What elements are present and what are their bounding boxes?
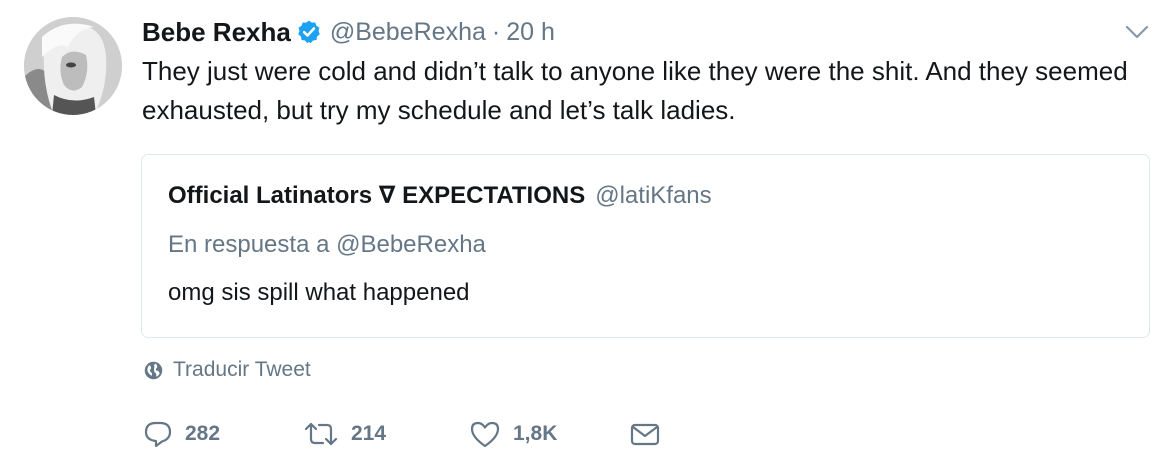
tweet-timestamp[interactable]: 20 h <box>506 18 555 47</box>
quoted-tweet-text: omg sis spill what happened <box>168 279 470 306</box>
like-count: 1,8K <box>513 422 558 445</box>
like-button[interactable]: 1,8K <box>469 419 629 449</box>
reply-button[interactable]: 282 <box>143 419 303 449</box>
quoted-reply-context: En respuesta a @BebeRexha <box>168 231 486 258</box>
avatar-photo <box>24 17 122 115</box>
chevron-down-icon[interactable] <box>1124 22 1150 42</box>
author-handle[interactable]: @BebeRexha <box>330 18 486 47</box>
heart-icon <box>469 419 501 449</box>
translate-tweet-link[interactable]: Traducir Tweet <box>143 358 311 382</box>
reply-bubble-icon <box>143 419 173 449</box>
reply-count: 282 <box>185 422 221 445</box>
tweet-header: Bebe Rexha @BebeRexha · 20 h <box>142 14 555 50</box>
tweet-actions: 282 214 1,8K <box>143 414 661 454</box>
tweet-text: They just were cold and didn’t talk to a… <box>142 56 1128 125</box>
verified-badge-icon <box>296 19 322 45</box>
header-separator: · <box>491 17 501 46</box>
author-name[interactable]: Bebe Rexha <box>142 17 291 48</box>
retweet-count: 214 <box>351 422 387 445</box>
envelope-icon <box>629 419 661 449</box>
direct-message-button[interactable] <box>629 419 661 449</box>
globe-icon <box>143 360 164 381</box>
retweet-button[interactable]: 214 <box>303 419 469 449</box>
retweet-icon <box>303 419 339 449</box>
avatar[interactable] <box>24 17 122 115</box>
quoted-tweet[interactable]: Official Latinators ∇ EXPECTATIONS @lati… <box>141 154 1150 338</box>
translate-label: Traducir Tweet <box>173 358 311 381</box>
quoted-tweet-header: Official Latinators ∇ EXPECTATIONS @lati… <box>168 181 712 210</box>
quoted-author-name: Official Latinators ∇ EXPECTATIONS <box>168 182 586 209</box>
quoted-author-handle: @latiKfans <box>595 182 712 209</box>
